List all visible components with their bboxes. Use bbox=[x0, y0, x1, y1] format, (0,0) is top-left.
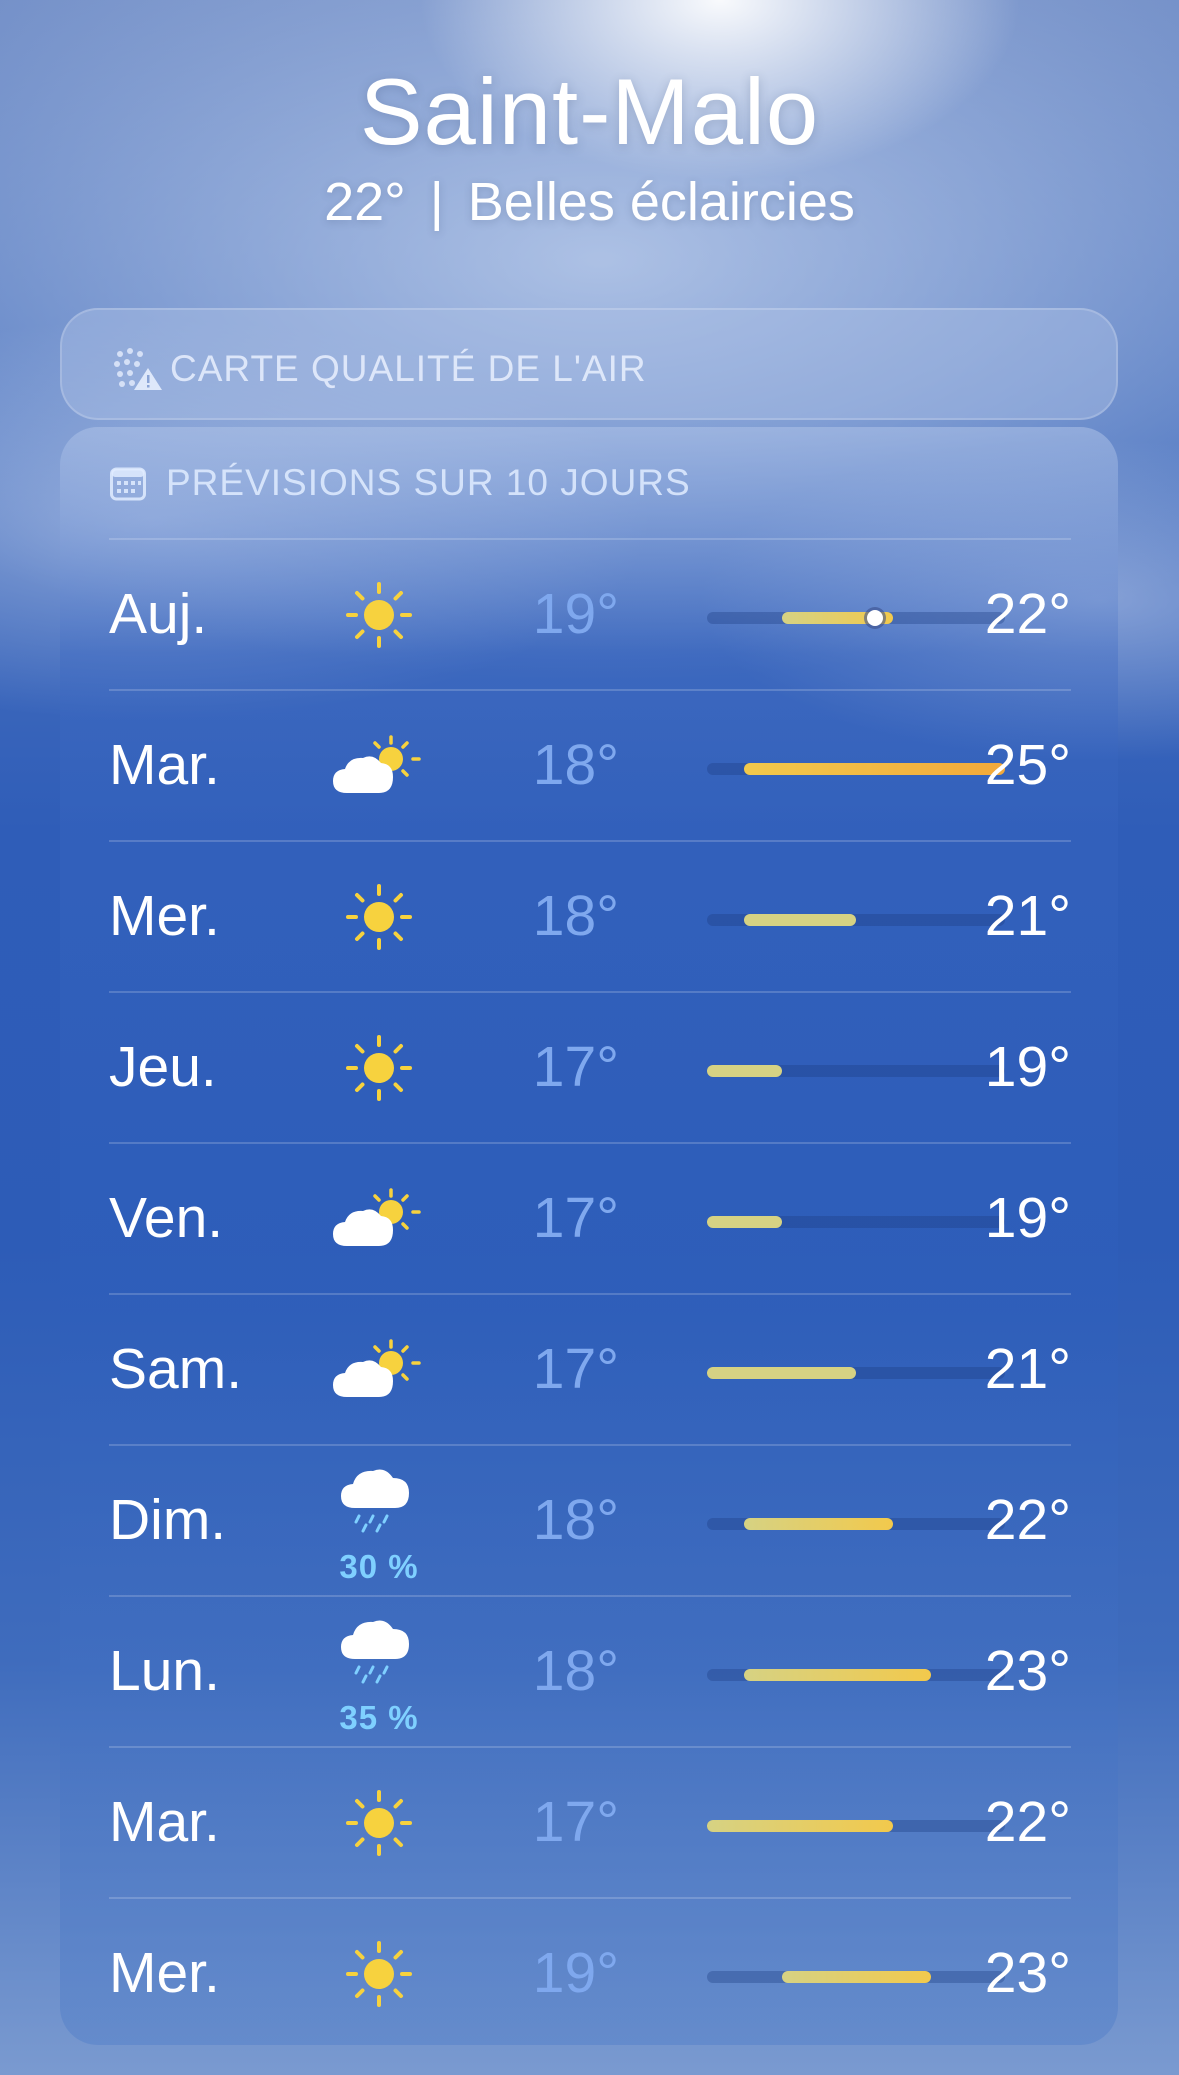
temperature-range-fill bbox=[744, 914, 856, 926]
air-quality-header: CARTE QUALITÉ DE L'AIR bbox=[112, 346, 647, 392]
forecast-day-label: Mer. bbox=[109, 1941, 220, 2005]
temperature-range-fill bbox=[744, 1518, 894, 1530]
current-conditions: 22° | Belles éclaircies bbox=[0, 170, 1179, 234]
forecast-day-label: Mar. bbox=[109, 1790, 220, 1854]
high-temperature: 21° bbox=[984, 884, 1071, 948]
forecast-day-label: Mer. bbox=[109, 884, 220, 948]
forecast-rows: Auj. 19° 22° Mar. 18° 25° Mer. 18° 21° J… bbox=[109, 538, 1071, 2048]
low-temperature: 18° bbox=[532, 1488, 619, 1552]
precipitation-chance: 35 % bbox=[339, 1699, 419, 1736]
partly-cloudy-glyph bbox=[333, 1188, 421, 1246]
temperature-range-fill bbox=[707, 1065, 782, 1077]
high-temperature: 22° bbox=[984, 1488, 1071, 1552]
forecast-row[interactable]: Mer. 19° 23° bbox=[109, 1897, 1071, 2048]
forecast-header: PRÉVISIONS SUR 10 JOURS bbox=[110, 462, 691, 504]
forecast-day-label: Ven. bbox=[109, 1186, 224, 1250]
sun-icon-glyph bbox=[346, 884, 412, 950]
high-temperature: 19° bbox=[984, 1035, 1071, 1099]
low-temperature: 18° bbox=[532, 1639, 619, 1703]
condition-text: Belles éclaircies bbox=[467, 172, 855, 232]
city-name: Saint-Malo bbox=[359, 59, 820, 164]
air-quality-title: CARTE QUALITÉ DE L'AIR bbox=[170, 348, 647, 389]
sun-icon bbox=[329, 540, 429, 691]
forecast-row[interactable]: Dim. 30 % 18° 22° bbox=[109, 1444, 1071, 1595]
partly-cloudy-icon bbox=[329, 1295, 429, 1446]
low-temperature: 17° bbox=[532, 1186, 619, 1250]
forecast-day-label: Auj. bbox=[109, 582, 208, 646]
low-temperature: 17° bbox=[532, 1790, 619, 1854]
rain-cloud-icon: 30 % bbox=[329, 1446, 429, 1597]
forecast-row[interactable]: Mar. 18° 25° bbox=[109, 689, 1071, 840]
sun-icon bbox=[329, 842, 429, 993]
forecast-row[interactable]: Sam. 17° 21° bbox=[109, 1293, 1071, 1444]
temperature-range-fill bbox=[781, 1971, 931, 1983]
low-temperature: 17° bbox=[532, 1337, 619, 1401]
sun-icon bbox=[329, 1748, 429, 1899]
partly-cloudy-glyph bbox=[333, 1339, 421, 1397]
high-temperature: 19° bbox=[984, 1186, 1071, 1250]
current-temperature: 22° bbox=[324, 172, 406, 232]
calendar-icon bbox=[110, 467, 146, 501]
forecast-day-label: Dim. bbox=[109, 1488, 227, 1552]
high-temperature: 23° bbox=[984, 1639, 1071, 1703]
low-temperature: 19° bbox=[532, 582, 619, 646]
temperature-range-fill bbox=[744, 1669, 931, 1681]
forecast-title: PRÉVISIONS SUR 10 JOURS bbox=[166, 462, 691, 503]
temperature-range-fill bbox=[707, 1367, 856, 1379]
low-temperature: 19° bbox=[532, 1941, 619, 2005]
high-temperature: 22° bbox=[984, 1790, 1071, 1854]
sun-icon-glyph bbox=[346, 1941, 412, 2007]
rain-cloud-glyph bbox=[341, 1620, 409, 1684]
precipitation-chance: 30 % bbox=[339, 1548, 419, 1585]
partly-cloudy-glyph bbox=[333, 735, 421, 793]
temperature-range-fill bbox=[707, 1820, 894, 1832]
low-temperature: 18° bbox=[532, 884, 619, 948]
low-temperature: 17° bbox=[532, 1035, 619, 1099]
sun-icon bbox=[329, 993, 429, 1144]
forecast-day-label: Sam. bbox=[109, 1337, 243, 1401]
air-quality-map-card[interactable]: CARTE QUALITÉ DE L'AIR bbox=[60, 308, 1118, 420]
sun-icon-glyph bbox=[346, 1790, 412, 1856]
forecast-row[interactable]: Lun. 35 % 18° 23° bbox=[109, 1595, 1071, 1746]
temperature-range-fill bbox=[707, 1216, 782, 1228]
high-temperature: 22° bbox=[984, 582, 1071, 646]
forecast-row[interactable]: Ven. 17° 19° bbox=[109, 1142, 1071, 1293]
forecast-day-label: Lun. bbox=[109, 1639, 220, 1703]
sun-icon bbox=[329, 1899, 429, 2050]
partly-cloudy-icon bbox=[329, 1144, 429, 1295]
forecast-row[interactable]: Mar. 17° 22° bbox=[109, 1746, 1071, 1897]
separator: | bbox=[429, 172, 444, 232]
sun-icon-glyph bbox=[346, 582, 412, 648]
air-quality-map-icon bbox=[112, 346, 164, 392]
ten-day-forecast-card[interactable]: PRÉVISIONS SUR 10 JOURS Auj. 19° 22° Mar… bbox=[60, 427, 1118, 2045]
low-temperature: 18° bbox=[532, 733, 619, 797]
rain-cloud-glyph bbox=[341, 1469, 409, 1533]
forecast-row[interactable]: Mer. 18° 21° bbox=[109, 840, 1071, 991]
forecast-day-label: Jeu. bbox=[109, 1035, 217, 1099]
forecast-row[interactable]: Auj. 19° 22° bbox=[109, 538, 1071, 689]
high-temperature: 25° bbox=[984, 733, 1071, 797]
forecast-day-label: Mar. bbox=[109, 733, 220, 797]
high-temperature: 23° bbox=[984, 1941, 1071, 2005]
partly-cloudy-icon bbox=[329, 691, 429, 842]
high-temperature: 21° bbox=[984, 1337, 1071, 1401]
location-header: Saint-Malo 22° | Belles éclaircies bbox=[0, 62, 1179, 234]
rain-cloud-icon: 35 % bbox=[329, 1597, 429, 1748]
sun-icon-glyph bbox=[346, 1035, 412, 1101]
forecast-row[interactable]: Jeu. 17° 19° bbox=[109, 991, 1071, 1142]
